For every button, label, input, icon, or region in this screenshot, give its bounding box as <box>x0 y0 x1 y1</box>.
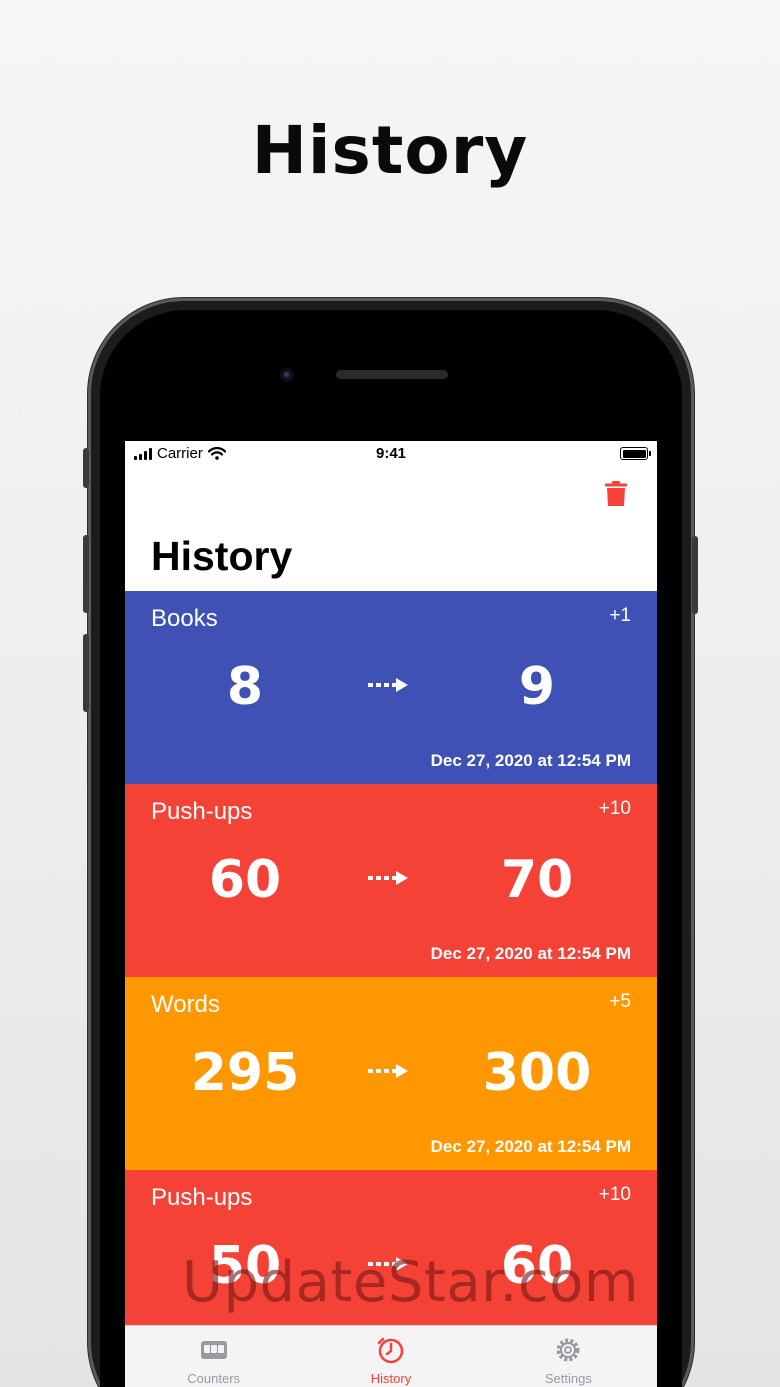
earpiece-speaker <box>336 370 448 379</box>
previous-value: 60 <box>208 850 282 910</box>
history-card[interactable]: Push-ups +10 60 70 Dec 27, 2020 at 12:54 PM <box>125 784 657 977</box>
trash-icon[interactable] <box>605 481 627 507</box>
arrow-icon <box>368 1064 408 1078</box>
status-bar: Carrier 9:41 <box>125 441 657 467</box>
volume-down-button <box>83 634 89 712</box>
front-camera <box>280 368 294 382</box>
battery-icon <box>620 447 651 460</box>
new-value: 60 <box>500 1236 574 1296</box>
mute-switch <box>83 448 89 488</box>
arrow-icon <box>368 1257 408 1271</box>
history-list: Books +1 8 9 Dec 27, 2020 at 12:54 PM Push-up… <box>125 591 657 1363</box>
promo-title: History <box>251 112 529 189</box>
new-value: 300 <box>482 1043 592 1103</box>
page-title: History <box>151 533 293 579</box>
tab-settings-label: Settings <box>544 1371 592 1386</box>
tab-settings[interactable]: Settings <box>480 1326 657 1387</box>
delta-badge: +1 <box>609 605 631 626</box>
counter-name: Push-ups <box>151 798 253 825</box>
gear-icon <box>556 1338 580 1362</box>
delta-badge: +10 <box>598 798 631 819</box>
previous-value: 8 <box>226 657 264 717</box>
timestamp: Dec 27, 2020 at 12:54 PM <box>430 751 631 770</box>
delta-badge: +10 <box>598 1184 631 1205</box>
new-value: 70 <box>500 850 574 910</box>
previous-value: 50 <box>208 1236 282 1296</box>
timestamp: Dec 27, 2020 at 12:54 PM <box>430 1137 631 1156</box>
history-card[interactable]: Words +5 295 300 Dec 27, 2020 at 12:54 PM <box>125 977 657 1170</box>
delta-badge: +5 <box>609 991 631 1012</box>
navigation-bar: History <box>125 467 657 591</box>
history-card[interactable]: Books +1 8 9 Dec 27, 2020 at 12:54 PM <box>125 591 657 784</box>
tab-bar: Counters History Settings <box>125 1325 657 1387</box>
timestamp: Dec 27, 2020 at 12:54 PM <box>430 944 631 963</box>
counter-name: Words <box>151 991 220 1018</box>
counter-icon <box>200 1341 227 1359</box>
arrow-icon <box>368 678 408 692</box>
tab-history[interactable]: History <box>302 1326 479 1387</box>
new-value: 9 <box>518 657 556 717</box>
tab-counters[interactable]: Counters <box>125 1326 302 1387</box>
counter-name: Push-ups <box>151 1184 253 1211</box>
arrow-icon <box>368 871 408 885</box>
clock-icon <box>377 1337 404 1364</box>
volume-up-button <box>83 535 89 613</box>
app-screen: Carrier 9:41 History Books +1 8 9 Dec 27, 20… <box>125 441 657 1387</box>
tab-history-label: History <box>370 1371 412 1386</box>
previous-value: 295 <box>190 1043 300 1103</box>
tab-counters-label: Counters <box>187 1371 241 1386</box>
counter-name: Books <box>151 605 218 632</box>
status-time: 9:41 <box>375 445 407 462</box>
power-button <box>692 536 698 614</box>
